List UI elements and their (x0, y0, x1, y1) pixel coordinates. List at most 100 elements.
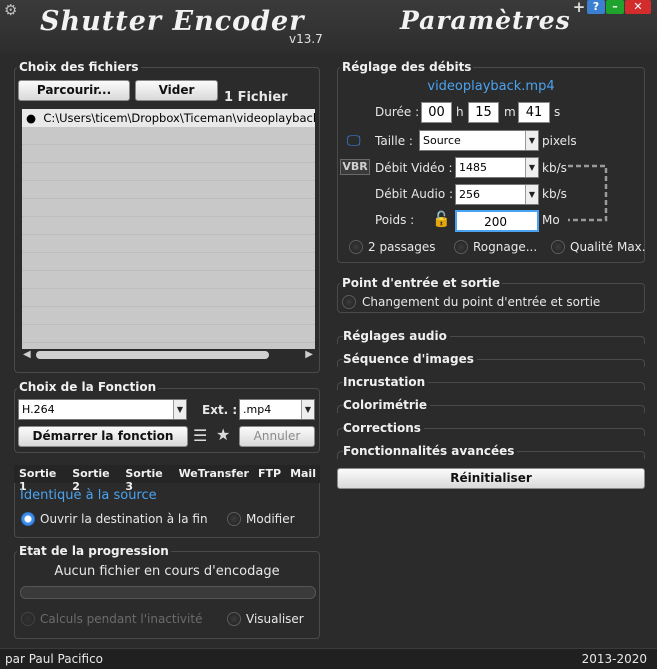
video-bitrate-select[interactable]: 1485 ▼ (455, 157, 539, 178)
tab-sortie-2[interactable]: Sortie 2 (67, 465, 120, 493)
section-audio[interactable]: Réglages audio (337, 329, 645, 348)
function-title: Choix de la Fonction (17, 380, 159, 394)
parameters-title: Paramètres (400, 6, 571, 35)
chevron-down-icon[interactable]: ▼ (525, 158, 538, 177)
video-kbs-unit: kb/s (542, 161, 567, 175)
size-label: Taille : (375, 134, 413, 148)
tab-sortie-1[interactable]: Sortie 1 (14, 465, 67, 493)
section-corrections-title: Corrections (343, 421, 424, 435)
ext-value: .mp4 (243, 403, 272, 416)
scroll-left-icon[interactable]: ◀ (23, 349, 31, 361)
section-image-sequence-title: Séquence d'images (343, 352, 477, 366)
open-destination-label: Ouvrir la destination à la fin (40, 512, 208, 526)
app-brand: Shutter Encoder (40, 6, 305, 37)
pixels-label: pixels (542, 134, 577, 148)
unlock-icon[interactable]: 🔓 (432, 210, 451, 228)
seconds-field[interactable]: 41 (518, 102, 550, 123)
start-button[interactable]: Démarrer la fonction (18, 426, 188, 447)
output-tabs: Sortie 1 Sortie 2 Sortie 3 WeTransfer FT… (14, 465, 320, 493)
section-corrections[interactable]: Corrections (337, 421, 645, 440)
footer-years: 2013-2020 (581, 652, 647, 666)
video-bitrate-value: 1485 (459, 161, 487, 174)
inout-option-label: Changement du point d'entrée et sortie (362, 295, 601, 309)
two-pass-label: 2 passages (368, 240, 436, 254)
bullet-icon: ● (26, 111, 37, 125)
section-overlay[interactable]: Incrustation (337, 375, 645, 394)
close-icon[interactable]: ✕ (625, 0, 651, 14)
title-bar: ⚙ Shutter Encoder v13.7 Paramètres + ? –… (0, 0, 657, 52)
hours-unit: h (456, 105, 464, 119)
weight-label: Poids : (375, 213, 415, 227)
plus-icon[interactable]: + (572, 0, 586, 15)
destination-label[interactable]: Identique à la source (20, 488, 157, 503)
inout-title: Point d'entrée et sortie (340, 276, 503, 290)
open-destination-radio[interactable] (21, 512, 35, 526)
codec-select[interactable]: H.264 ▼ (18, 399, 187, 420)
menu-icon[interactable]: ☰ (193, 426, 207, 445)
preview-radio[interactable] (227, 612, 241, 626)
section-overlay-title: Incrustation (343, 375, 429, 389)
chevron-down-icon[interactable]: ▼ (525, 131, 538, 150)
file-list-scrollbar[interactable]: ◀ ▶ (22, 349, 315, 361)
vbr-badge[interactable]: VBR (340, 159, 370, 175)
weight-field[interactable]: 200 (455, 210, 539, 232)
size-select[interactable]: Source ▼ (419, 130, 539, 151)
app-version: v13.7 (289, 32, 323, 46)
star-icon[interactable]: ★ (216, 425, 230, 444)
progress-status: Aucun fichier en cours d'encodage (54, 564, 280, 579)
mo-unit: Mo (542, 213, 560, 227)
progress-title: Etat de la progression (17, 544, 171, 558)
two-pass-radio[interactable] (349, 240, 363, 254)
cancel-button[interactable]: Annuler (239, 426, 315, 447)
chevron-down-icon[interactable]: ▼ (525, 185, 538, 204)
audio-bitrate-label: Débit Audio : (375, 187, 454, 201)
codec-value: H.264 (22, 403, 55, 416)
preview-label: Visualiser (246, 612, 304, 626)
max-quality-radio[interactable] (551, 240, 565, 254)
progress-bar (20, 586, 316, 599)
scroll-right-icon[interactable]: ▶ (305, 349, 313, 361)
duration-label: Durée : (375, 105, 420, 119)
list-item[interactable]: ● C:\Users\ticem\Dropbox\Ticeman\videopl… (22, 109, 315, 127)
section-colorimetry-title: Colorimétrie (343, 398, 430, 412)
help-icon[interactable]: ? (587, 0, 605, 14)
tab-wetransfer[interactable]: WeTransfer (174, 465, 253, 483)
link-bracket-icon (568, 164, 608, 222)
minutes-unit: m (504, 105, 516, 119)
tab-sortie-3[interactable]: Sortie 3 (120, 465, 173, 493)
section-colorimetry[interactable]: Colorimétrie (337, 398, 645, 417)
audio-kbs-unit: kb/s (542, 187, 567, 201)
audio-bitrate-select[interactable]: 256 ▼ (455, 184, 539, 205)
section-advanced[interactable]: Fonctionnalités avancées (337, 444, 645, 463)
max-quality-label: Qualité Max. (570, 240, 646, 254)
window-controls: + ? – ✕ (572, 0, 651, 15)
file-list[interactable]: ● C:\Users\ticem\Dropbox\Ticeman\videopl… (22, 109, 315, 349)
minimize-icon[interactable]: – (606, 0, 624, 14)
minutes-field[interactable]: 15 (468, 102, 499, 123)
hours-field[interactable]: 00 (421, 102, 452, 123)
section-image-sequence[interactable]: Séquence d'images (337, 352, 645, 371)
idle-calc-radio[interactable] (21, 612, 35, 626)
tab-mail[interactable]: Mail (285, 465, 320, 483)
chevron-down-icon[interactable]: ▼ (173, 400, 186, 419)
clear-button[interactable]: Vider (135, 80, 218, 101)
ext-select[interactable]: .mp4 ▼ (239, 399, 315, 420)
chevron-down-icon[interactable]: ▼ (301, 400, 314, 419)
gear-icon[interactable]: ⚙ (4, 2, 20, 18)
bitrate-title: Réglage des débits (340, 60, 474, 74)
scroll-thumb[interactable] (36, 351, 269, 359)
modify-radio[interactable] (227, 512, 241, 526)
crop-radio[interactable] (454, 240, 468, 254)
files-title: Choix des fichiers (17, 60, 141, 74)
monitor-icon: 🖵 (347, 133, 361, 149)
audio-bitrate-value: 256 (459, 188, 480, 201)
footer-author: par Paul Pacifico (5, 652, 104, 666)
video-bitrate-label: Débit Vidéo : (375, 161, 453, 175)
tab-ftp[interactable]: FTP (253, 465, 285, 483)
inout-radio[interactable] (342, 295, 356, 309)
browse-button[interactable]: Parcourir... (18, 80, 130, 101)
file-path: C:\Users\ticem\Dropbox\Ticeman\videoplay… (43, 111, 315, 125)
ext-label: Ext. : (202, 403, 238, 417)
size-value: Source (423, 134, 461, 147)
reset-button[interactable]: Réinitialiser (337, 468, 645, 489)
